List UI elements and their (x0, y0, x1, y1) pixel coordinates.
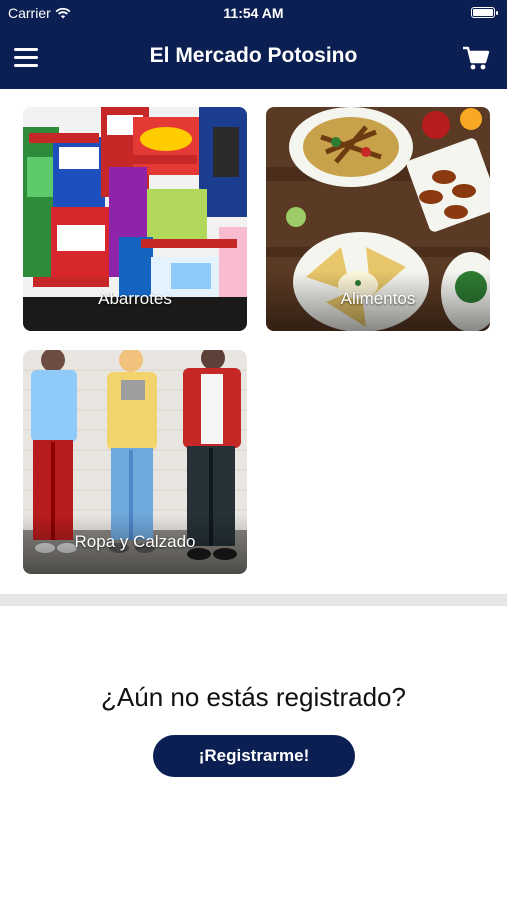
shopping-cart-icon[interactable] (461, 44, 491, 72)
battery-icon (471, 7, 498, 18)
register-section: ¿Aún no estás registrado? ¡Registrarme! (0, 606, 507, 900)
category-card-abarrotes[interactable]: Abarrotes (23, 107, 247, 331)
category-card-alimentos[interactable]: Alimentos (266, 107, 490, 331)
category-card-ropa-y-calzado[interactable]: Ropa y Calzado (23, 350, 247, 574)
app-title: El Mercado Potosino (149, 44, 358, 67)
section-divider (0, 594, 507, 606)
register-button[interactable]: ¡Registrarme! (153, 735, 355, 777)
status-bar: Carrier 11:54 AM (0, 0, 507, 26)
category-label: Ropa y Calzado (74, 532, 196, 551)
category-label: Abarrotes (98, 289, 172, 308)
register-question: ¿Aún no estás registrado? (101, 682, 406, 712)
status-time: 11:54 AM (223, 5, 284, 21)
navigation-bar: El Mercado Potosino (0, 26, 507, 89)
category-grid: Abarrotes Alimentos Ropa y Calzado (0, 89, 507, 594)
category-label: Alimentos (340, 289, 416, 308)
